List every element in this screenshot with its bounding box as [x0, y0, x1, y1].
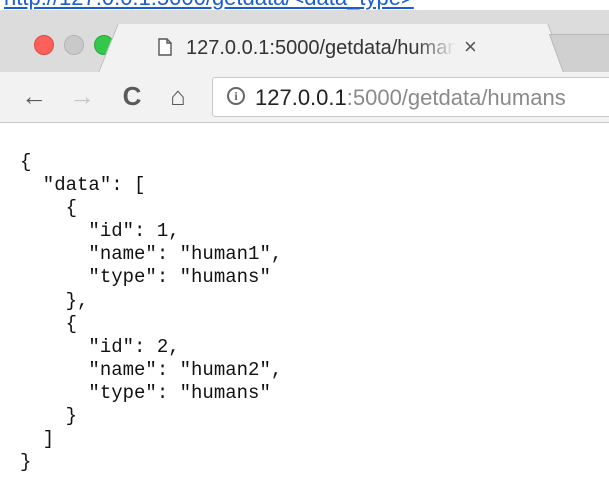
- back-button[interactable]: ←: [20, 82, 48, 110]
- address-bar[interactable]: i 127.0.0.1:5000/getdata/humans: [212, 77, 609, 117]
- json-line: }: [20, 451, 32, 474]
- tab-strip: 127.0.0.1:5000/getdata/humans ×: [0, 10, 609, 73]
- json-response-text: { "data": [ { "id": 1, "name": "human1",…: [20, 151, 282, 474]
- json-line: ]: [20, 428, 55, 451]
- json-line: "type": "humans": [20, 381, 271, 404]
- json-line: "id": 2,: [20, 335, 180, 358]
- page-content: { "data": [ { "id": 1, "name": "human1",…: [0, 123, 609, 502]
- forward-button[interactable]: →: [68, 82, 96, 110]
- json-line: "id": 1,: [20, 220, 180, 243]
- cropped-url-link[interactable]: http://127.0.0.1:5000/getdata/<data_type…: [4, 0, 414, 10]
- close-tab-icon[interactable]: ×: [464, 35, 477, 59]
- minimize-window-button[interactable]: [64, 35, 84, 55]
- page-icon: [158, 38, 172, 56]
- url-path: :5000/getdata/humans: [346, 85, 566, 110]
- tab-title: 127.0.0.1:5000/getdata/humans: [186, 37, 456, 59]
- json-line: {: [20, 197, 78, 220]
- json-line: "type": "humans": [20, 266, 271, 289]
- url-text[interactable]: 127.0.0.1:5000/getdata/humans: [255, 85, 566, 111]
- url-host: 127.0.0.1: [255, 85, 347, 110]
- json-line: "name": "human1",: [20, 243, 283, 266]
- toolbar: ← → C ⌂ i 127.0.0.1:5000/getdata/humans: [0, 72, 609, 122]
- json-line: {: [20, 151, 32, 173]
- home-button[interactable]: ⌂: [164, 82, 192, 110]
- json-line: "data": [: [20, 174, 146, 197]
- json-line: }: [20, 405, 78, 428]
- tab-active[interactable]: 127.0.0.1:5000/getdata/humans ×: [128, 24, 538, 72]
- close-window-button[interactable]: [34, 35, 54, 55]
- browser-window-chrome: 127.0.0.1:5000/getdata/humans × ← → C ⌂ …: [0, 10, 609, 123]
- info-icon[interactable]: i: [227, 87, 245, 105]
- json-line: {: [20, 312, 78, 335]
- json-line: "name": "human2",: [20, 358, 283, 381]
- reload-button[interactable]: C: [118, 82, 146, 110]
- json-line: },: [20, 289, 89, 312]
